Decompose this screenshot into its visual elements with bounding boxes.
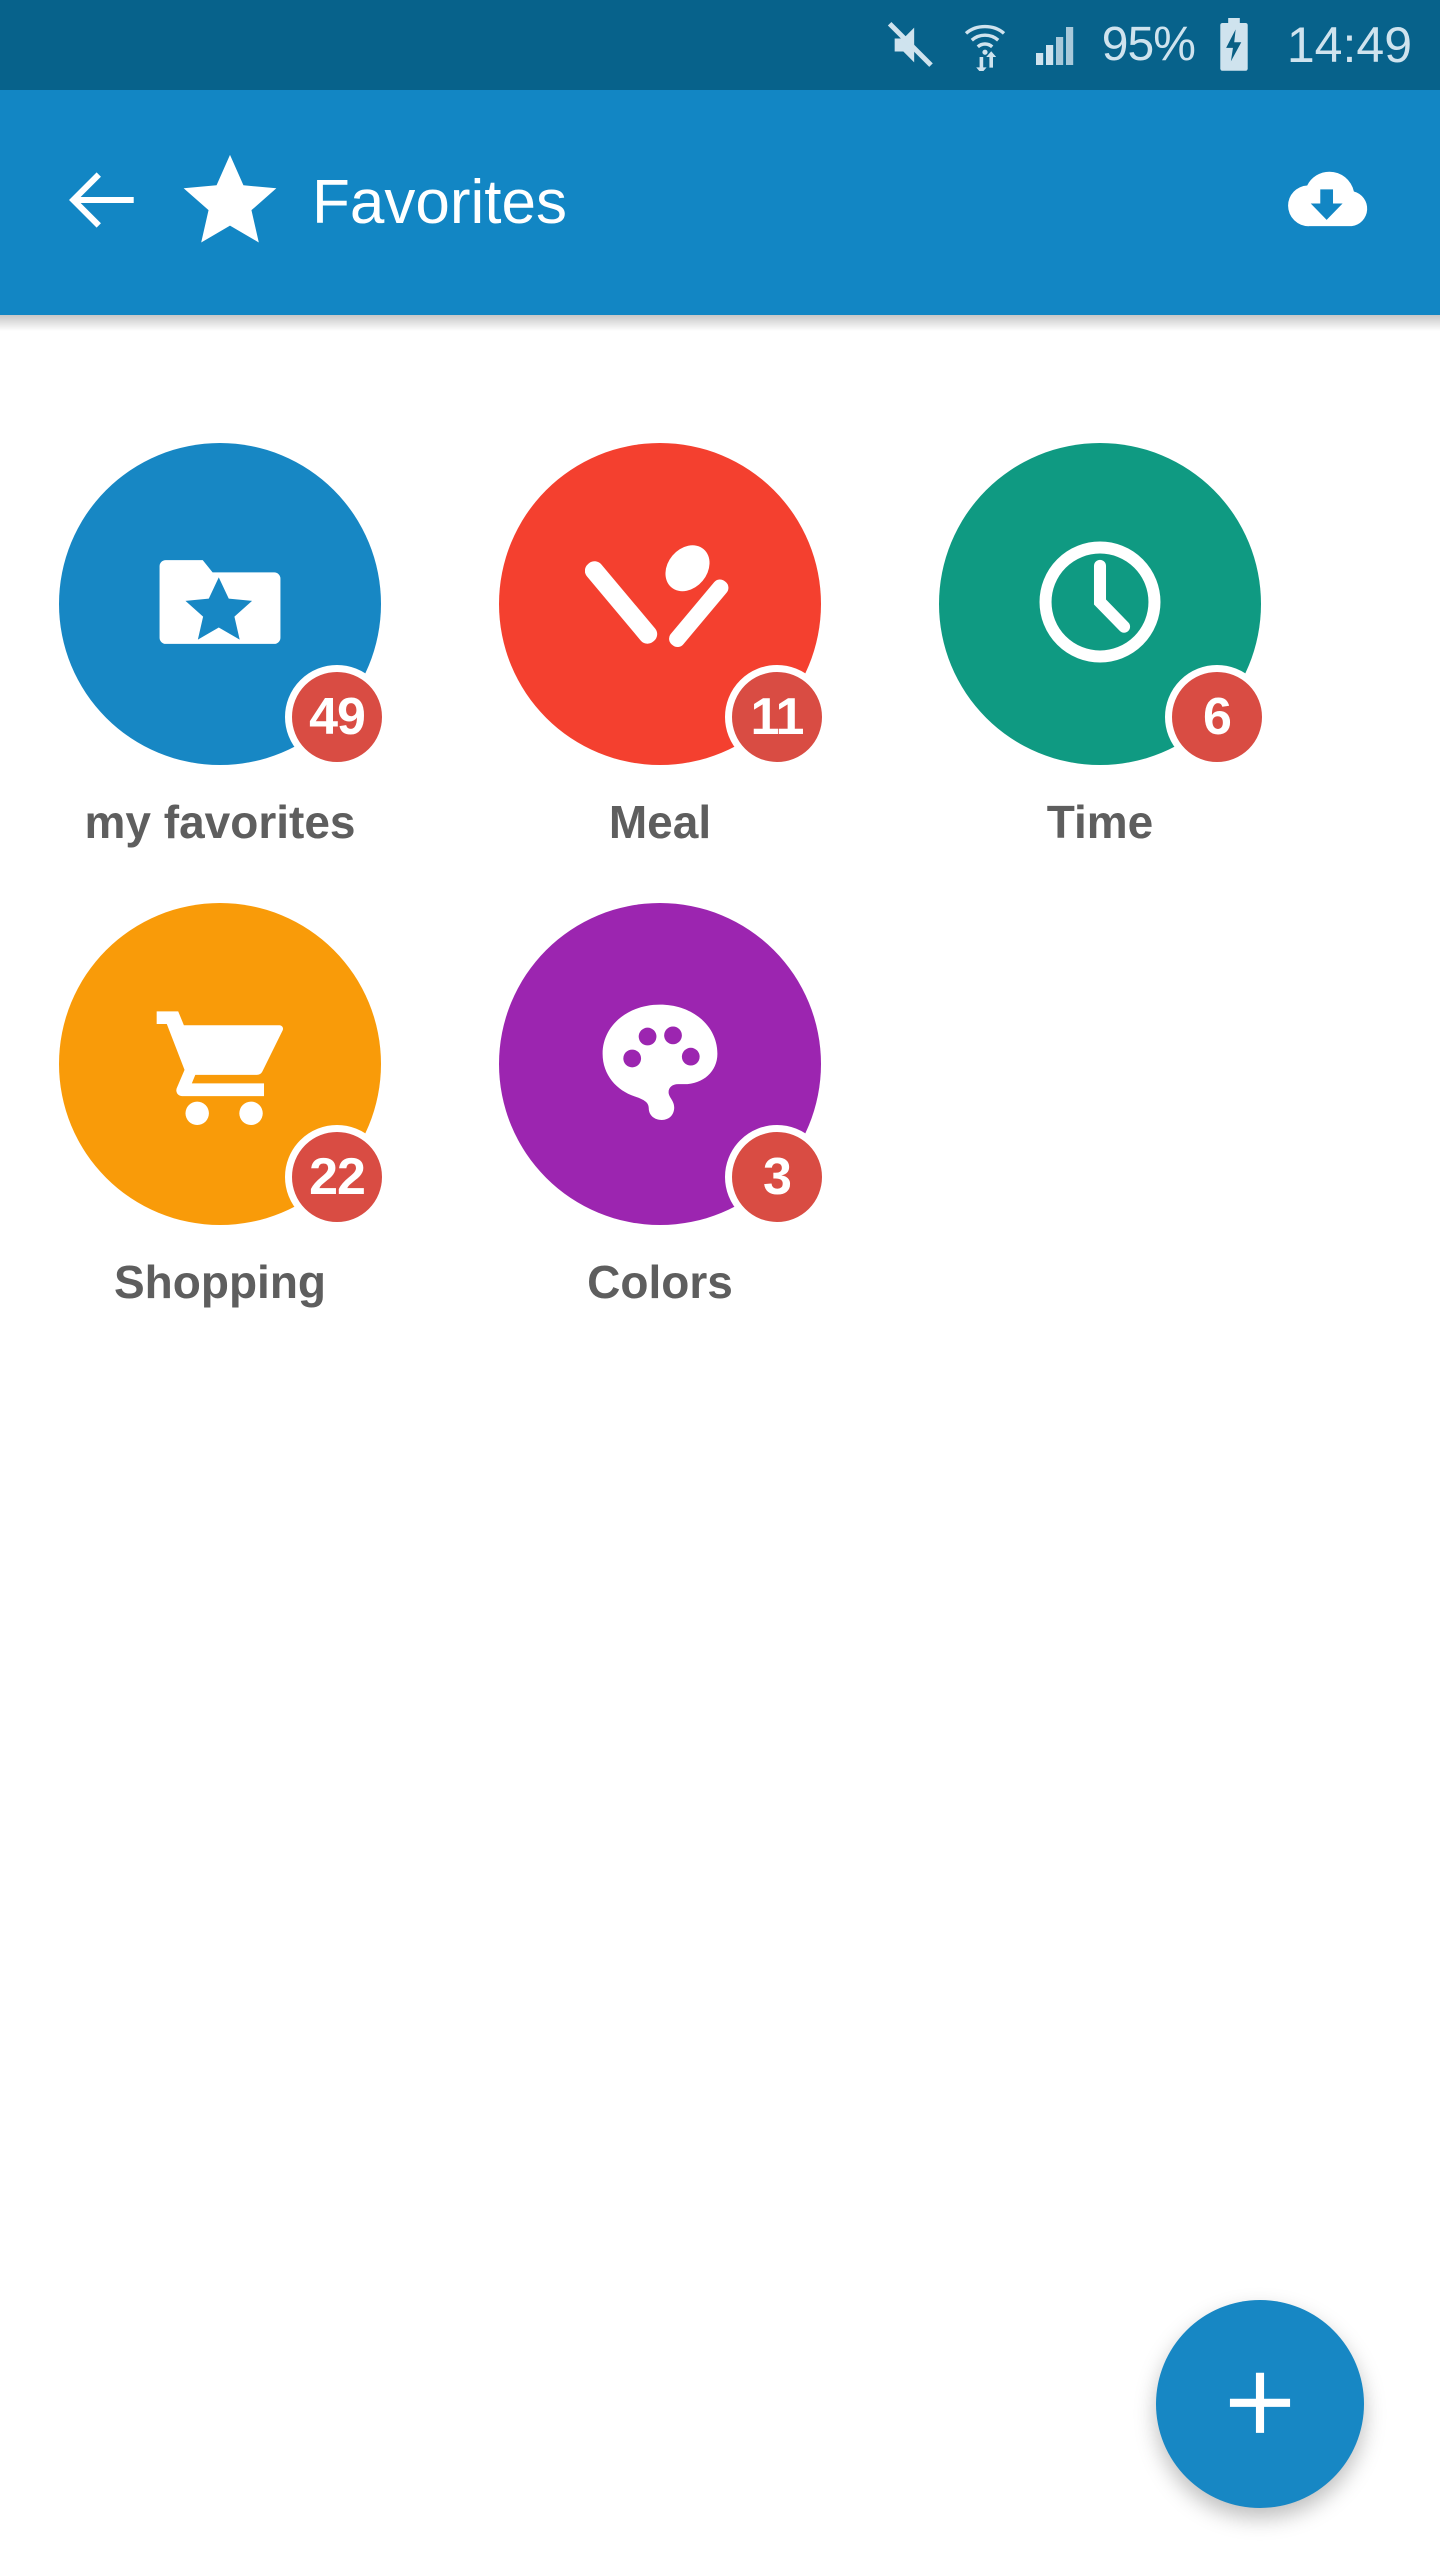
- knife-spoon-icon: [584, 527, 735, 682]
- badge-count: 49: [285, 665, 389, 769]
- battery-charging-icon: [1217, 18, 1251, 72]
- cloud-download-button[interactable]: [1262, 138, 1392, 268]
- grid-item-meal[interactable]: 11 Meal: [440, 443, 880, 845]
- grid-item-label: Colors: [587, 1256, 733, 1308]
- add-fab-button[interactable]: [1156, 2300, 1364, 2508]
- page-title: Favorites: [312, 167, 567, 237]
- volume-mute-icon: [886, 19, 938, 71]
- badge-count: 22: [285, 1125, 389, 1229]
- cellular-signal-icon: [1032, 21, 1080, 69]
- app-bar: Favorites: [0, 90, 1440, 315]
- grid-item-label: Shopping: [113, 1256, 327, 1308]
- cloud-download-icon: [1281, 163, 1373, 242]
- star-icon: [178, 148, 282, 257]
- arrow-left-icon: [59, 157, 145, 248]
- folder-star-icon: [146, 528, 294, 681]
- badge-count: 11: [725, 665, 829, 769]
- grid-item-shopping[interactable]: 22 Shopping: [0, 903, 440, 1305]
- palette-icon: [589, 991, 731, 1138]
- grid-item-time[interactable]: 6 Time: [880, 443, 1320, 845]
- badge-count: 6: [1165, 665, 1269, 769]
- grid-item-label: Time: [1046, 796, 1154, 848]
- brand-star: [178, 148, 282, 257]
- icon-circle-wrapper: 49: [59, 443, 389, 769]
- clock-icon: [1024, 526, 1176, 683]
- icon-circle-wrapper: 11: [499, 443, 829, 769]
- grid-item-label: Meal: [608, 796, 712, 848]
- icon-circle-wrapper: 22: [59, 903, 389, 1229]
- battery-percent-label: 95%: [1101, 18, 1196, 71]
- grid-item-label: my favorites: [84, 796, 356, 848]
- status-bar-icons: 95% 14:49: [886, 18, 1412, 72]
- status-bar-clock: 14:49: [1286, 17, 1412, 73]
- back-button[interactable]: [42, 143, 162, 263]
- icon-circle-wrapper: 6: [939, 443, 1269, 769]
- wifi-transfer-icon: [960, 19, 1010, 71]
- grid-item-my-favorites[interactable]: 49 my favorites: [0, 443, 440, 845]
- badge-count: 3: [725, 1125, 829, 1229]
- icon-circle-wrapper: 3: [499, 903, 829, 1229]
- shopping-cart-icon: [144, 986, 296, 1143]
- status-bar: 95% 14:49: [0, 0, 1440, 90]
- grid-item-colors[interactable]: 3 Colors: [440, 903, 880, 1305]
- plus-icon: [1221, 2363, 1299, 2446]
- favorites-grid: 49 my favorites 11 Meal 6 Time 22 Shoppi…: [0, 331, 1440, 1363]
- app-bar-shadow: [0, 315, 1440, 331]
